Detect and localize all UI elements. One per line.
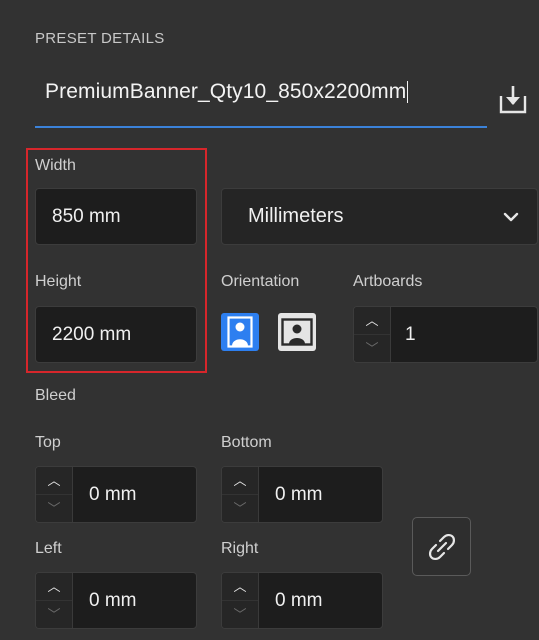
units-selected: Millimeters [248, 205, 344, 227]
bleed-top-stepper-arrows: ︿ ﹀ [36, 467, 73, 522]
bleed-bottom-value[interactable]: 0 mm [259, 467, 382, 522]
bleed-left-stepper[interactable]: ︿ ﹀ 0 mm [35, 572, 197, 629]
stepper-up-icon[interactable]: ︿ [36, 467, 72, 494]
artboards-value[interactable]: 1 [391, 307, 537, 362]
text-caret [407, 81, 409, 104]
bleed-left-value[interactable]: 0 mm [73, 573, 196, 628]
bleed-top-stepper[interactable]: ︿ ﹀ 0 mm [35, 466, 197, 523]
bleed-top-label: Top [35, 434, 61, 451]
height-input[interactable]: 2200 mm [35, 306, 197, 363]
bleed-left-label: Left [35, 540, 62, 557]
stepper-up-icon[interactable]: ︿ [354, 307, 390, 334]
preset-name-input[interactable]: PremiumBanner_Qty10_850x2200mm [35, 74, 487, 120]
stepper-up-icon[interactable]: ︿ [222, 573, 258, 600]
bleed-right-stepper[interactable]: ︿ ﹀ 0 mm [221, 572, 383, 629]
bleed-title: Bleed [35, 387, 76, 404]
stepper-down-icon[interactable]: ﹀ [36, 494, 72, 522]
orientation-label: Orientation [221, 273, 300, 290]
save-preset-button[interactable] [498, 82, 528, 116]
height-label: Height [35, 273, 82, 290]
stepper-up-icon[interactable]: ︿ [222, 467, 258, 494]
landscape-orientation-button[interactable] [278, 313, 316, 351]
link-icon [428, 533, 455, 560]
bleed-right-stepper-arrows: ︿ ﹀ [222, 573, 259, 628]
bleed-right-label: Right [221, 540, 259, 557]
bleed-bottom-stepper-arrows: ︿ ﹀ [222, 467, 259, 522]
bleed-bottom-stepper[interactable]: ︿ ﹀ 0 mm [221, 466, 383, 523]
preset-name-value: PremiumBanner_Qty10_850x2200mm [45, 80, 407, 103]
artboards-label: Artboards [353, 273, 423, 290]
bleed-left-stepper-arrows: ︿ ﹀ [36, 573, 73, 628]
preset-details-title: PRESET DETAILS [35, 30, 165, 47]
units-dropdown[interactable]: Millimeters [221, 188, 538, 245]
bleed-right-value[interactable]: 0 mm [259, 573, 382, 628]
save-preset-icon [499, 86, 527, 114]
stepper-up-icon[interactable]: ︿ [36, 573, 72, 600]
stepper-down-icon[interactable]: ﹀ [222, 600, 258, 628]
landscape-icon [281, 318, 313, 346]
bleed-bottom-label: Bottom [221, 434, 272, 451]
preset-name-underline [35, 126, 487, 128]
artboards-stepper[interactable]: ︿ ﹀ 1 [353, 306, 538, 363]
stepper-down-icon[interactable]: ﹀ [36, 600, 72, 628]
stepper-down-icon[interactable]: ﹀ [354, 334, 390, 362]
height-value: 2200 mm [52, 323, 132, 345]
stepper-down-icon[interactable]: ﹀ [222, 494, 258, 522]
artboards-stepper-arrows: ︿ ﹀ [354, 307, 391, 362]
portrait-icon [227, 316, 253, 348]
portrait-orientation-button[interactable] [221, 313, 259, 351]
chevron-down-icon [503, 212, 519, 221]
width-value: 850 mm [52, 205, 121, 227]
width-input[interactable]: 850 mm [35, 188, 197, 245]
link-bleed-button[interactable] [412, 517, 471, 576]
bleed-top-value[interactable]: 0 mm [73, 467, 196, 522]
width-label: Width [35, 157, 76, 174]
